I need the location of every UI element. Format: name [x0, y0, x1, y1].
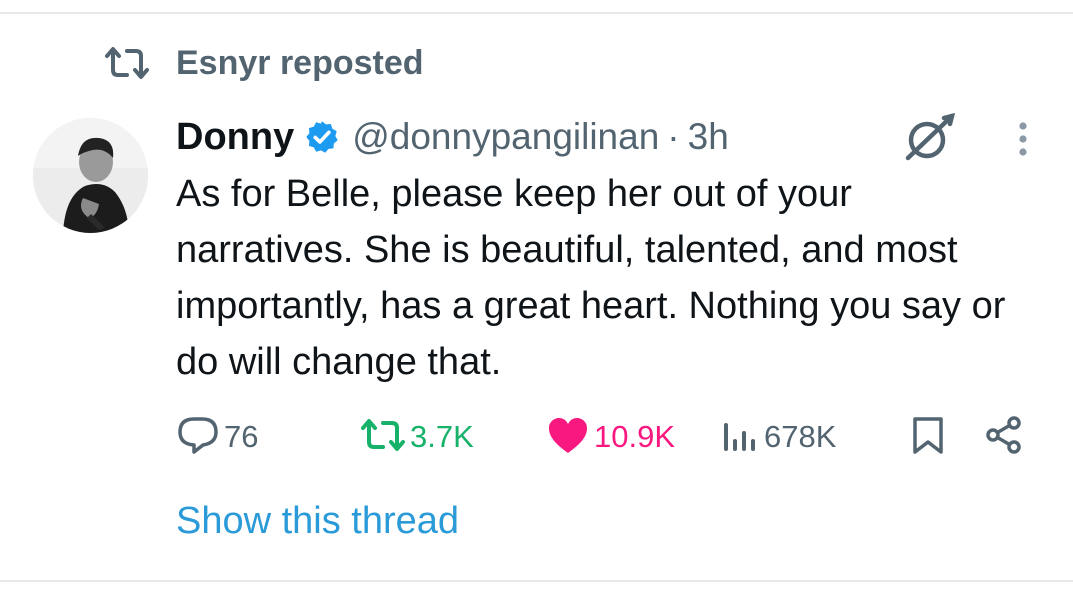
- tweet-header: Donny @donnypangilinan · 3h: [176, 112, 729, 162]
- bookmark-button[interactable]: [910, 414, 946, 460]
- repost-button[interactable]: 3.7K: [360, 414, 474, 460]
- like-count: 10.9K: [594, 419, 676, 454]
- reply-icon: [176, 415, 220, 460]
- reply-button[interactable]: 76: [176, 414, 258, 460]
- like-button[interactable]: 10.9K: [546, 414, 675, 460]
- user-handle[interactable]: @donnypangilinan: [352, 116, 659, 158]
- views-icon: [720, 415, 760, 460]
- repost-context[interactable]: Esnyr reposted: [104, 42, 424, 84]
- display-name[interactable]: Donny: [176, 116, 294, 159]
- bookmark-icon: [910, 415, 946, 460]
- verified-badge-icon: [304, 117, 344, 157]
- action-bar: 76 3.7K 10.9K 678K: [176, 414, 1036, 460]
- tweet-text: As for Belle, please keep her out of you…: [176, 173, 1006, 383]
- separator-dot: ·: [667, 116, 680, 157]
- grok-icon[interactable]: [902, 112, 956, 162]
- timestamp[interactable]: 3h: [688, 116, 729, 158]
- repost-label: Esnyr reposted: [176, 43, 424, 82]
- share-button[interactable]: [984, 414, 1024, 460]
- heart-icon: [546, 415, 590, 460]
- share-icon: [984, 415, 1024, 460]
- views-button[interactable]: 678K: [720, 414, 836, 460]
- reply-count: 76: [224, 419, 259, 454]
- views-count: 678K: [764, 419, 837, 454]
- more-vertical-icon[interactable]: [1012, 120, 1034, 160]
- top-divider: [0, 12, 1073, 14]
- show-thread-link[interactable]: Show this thread: [176, 500, 459, 543]
- repost-icon: [104, 46, 150, 80]
- repost-count: 3.7K: [410, 419, 474, 454]
- repost-icon: [360, 418, 406, 457]
- avatar[interactable]: [33, 118, 148, 233]
- bottom-divider: [0, 580, 1073, 582]
